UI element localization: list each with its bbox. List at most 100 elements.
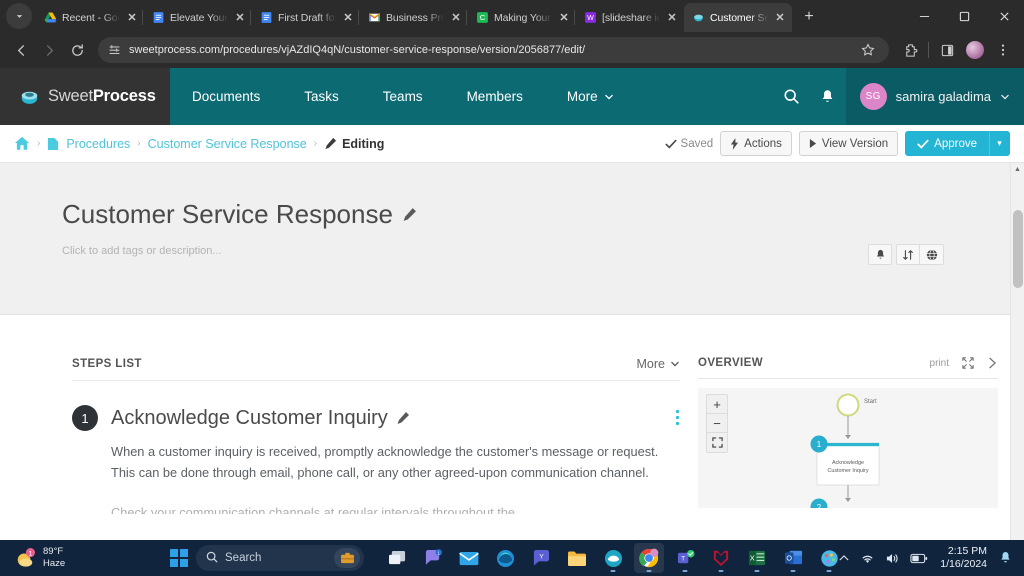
windows-start-icon[interactable] bbox=[170, 549, 188, 567]
teams-chat-icon[interactable]: 1 bbox=[418, 543, 448, 573]
battery-icon[interactable] bbox=[910, 553, 928, 564]
app-logo-text: SweetProcess bbox=[48, 87, 156, 106]
weather-widget[interactable]: 1 89°F Haze bbox=[8, 546, 65, 570]
tab-close-icon[interactable]: ✕ bbox=[341, 11, 355, 25]
sweetprocess-icon[interactable] bbox=[598, 543, 628, 573]
google-docs-icon bbox=[261, 12, 272, 23]
tab-close-icon[interactable]: ✕ bbox=[773, 11, 787, 25]
pencil-icon[interactable] bbox=[402, 207, 417, 222]
user-name-label: samira galadima bbox=[895, 89, 991, 104]
clock-time: 2:15 PM bbox=[947, 544, 987, 557]
browser-tab[interactable]: First Draft for ✕ bbox=[250, 3, 360, 32]
taskbar-search[interactable]: Search bbox=[196, 545, 364, 571]
reload-button[interactable] bbox=[64, 37, 90, 63]
steps-more-menu[interactable]: More bbox=[637, 357, 680, 371]
browser-tab[interactable]: C Making Your B ✕ bbox=[466, 3, 576, 32]
svg-text:1: 1 bbox=[437, 551, 440, 557]
new-tab-button[interactable]: + bbox=[796, 4, 822, 30]
step-title-text: Acknowledge Customer Inquiry bbox=[111, 406, 388, 429]
breadcrumb-link-procedures[interactable]: Procedures bbox=[66, 137, 130, 151]
chrome-icon[interactable] bbox=[634, 543, 664, 573]
back-button[interactable] bbox=[8, 37, 34, 63]
forward-button[interactable] bbox=[36, 37, 62, 63]
bell-icon[interactable] bbox=[868, 244, 892, 265]
nav-item-teams[interactable]: Teams bbox=[361, 68, 445, 125]
app-running-indicator bbox=[790, 570, 796, 572]
scroll-up-arrow-icon[interactable]: ▲ bbox=[1011, 163, 1024, 176]
actions-button[interactable]: Actions bbox=[720, 131, 792, 156]
flowchart-node-1-label-line2: Customer Inquiry bbox=[827, 468, 868, 474]
breadcrumb-link-document[interactable]: Customer Service Response bbox=[148, 137, 307, 151]
outlook-icon[interactable]: O bbox=[778, 543, 808, 573]
app-running-indicator bbox=[754, 570, 760, 572]
chevron-right-icon[interactable] bbox=[987, 357, 998, 369]
browser-tab[interactable]: Elevate Your H ✕ bbox=[142, 3, 252, 32]
search-input[interactable]: Search bbox=[225, 552, 327, 564]
browser-tab[interactable]: W [slideshare id ✕ bbox=[574, 3, 684, 32]
nav-item-tasks[interactable]: Tasks bbox=[282, 68, 361, 125]
notifications-bell-icon[interactable] bbox=[810, 68, 846, 125]
pencil-icon[interactable] bbox=[396, 411, 410, 425]
split-screen-icon[interactable] bbox=[934, 37, 960, 63]
window-close-button[interactable] bbox=[984, 0, 1024, 32]
maximize-icon bbox=[959, 11, 969, 21]
weather-text: 89°F Haze bbox=[43, 546, 65, 570]
yammer-icon[interactable]: Y bbox=[526, 543, 556, 573]
teams-icon[interactable]: T bbox=[670, 543, 700, 573]
sort-icon[interactable] bbox=[896, 244, 920, 265]
tab-search-button[interactable] bbox=[6, 3, 32, 29]
window-minimize-button[interactable] bbox=[904, 0, 944, 32]
clock-date: 1/16/2024 bbox=[940, 558, 987, 570]
bookmark-star-icon[interactable] bbox=[855, 37, 881, 63]
browser-tab[interactable]: Business Proc ✕ bbox=[358, 3, 468, 32]
step-title: Acknowledge Customer Inquiry bbox=[111, 407, 410, 430]
browser-tab[interactable]: Recent - Goo ✕ bbox=[36, 3, 144, 32]
page-title: Customer Service Response bbox=[0, 199, 1024, 230]
excel-icon[interactable]: X bbox=[742, 543, 772, 573]
page-scrollbar[interactable]: ▲ ▼ bbox=[1010, 163, 1024, 576]
minimize-icon bbox=[919, 15, 929, 17]
notification-bell-icon[interactable] bbox=[999, 551, 1012, 565]
volume-icon[interactable] bbox=[885, 552, 900, 565]
view-version-button[interactable]: View Version bbox=[798, 131, 899, 156]
wifi-icon[interactable] bbox=[860, 552, 875, 565]
edge-icon[interactable] bbox=[490, 543, 520, 573]
home-icon[interactable] bbox=[14, 136, 30, 151]
extensions-icon[interactable] bbox=[897, 37, 923, 63]
mail-icon[interactable] bbox=[454, 543, 484, 573]
file-explorer-icon[interactable] bbox=[562, 543, 592, 573]
nav-item-members[interactable]: Members bbox=[445, 68, 545, 125]
address-bar-url: sweetprocess.com/procedures/vjAZdIQ4qN/c… bbox=[129, 44, 586, 56]
profile-avatar[interactable] bbox=[962, 37, 988, 63]
nav-item-documents[interactable]: Documents bbox=[170, 68, 282, 125]
approve-dropdown-caret[interactable]: ▾ bbox=[989, 131, 1010, 156]
mcafee-icon[interactable] bbox=[706, 543, 736, 573]
overview-print-button[interactable]: print bbox=[930, 358, 949, 369]
taskbar-clock[interactable]: 2:15 PM 1/16/2024 bbox=[938, 545, 989, 572]
tab-close-icon[interactable]: ✕ bbox=[125, 11, 139, 25]
search-highlight-icon[interactable] bbox=[334, 548, 360, 568]
globe-icon[interactable] bbox=[920, 244, 944, 265]
camtasia-icon: C bbox=[477, 12, 488, 23]
nav-item-more[interactable]: More bbox=[545, 68, 636, 125]
approve-button[interactable]: Approve bbox=[905, 131, 989, 156]
tab-close-icon[interactable]: ✕ bbox=[233, 11, 247, 25]
task-view-icon[interactable] bbox=[382, 543, 412, 573]
window-maximize-button[interactable] bbox=[944, 0, 984, 32]
overview-flowchart-canvas[interactable]: + − Start 1 Acknowledge Customer Inquiry… bbox=[698, 388, 998, 508]
app-logo[interactable]: SweetProcess bbox=[0, 68, 170, 125]
tab-close-icon[interactable]: ✕ bbox=[665, 11, 679, 25]
paint-icon[interactable] bbox=[814, 543, 844, 573]
browser-menu-icon[interactable] bbox=[990, 37, 1016, 63]
browser-tab-active[interactable]: Customer Ser ✕ bbox=[684, 3, 792, 32]
tab-close-icon[interactable]: ✕ bbox=[449, 11, 463, 25]
tab-close-icon[interactable]: ✕ bbox=[557, 11, 571, 25]
user-menu[interactable]: SG samira galadima bbox=[845, 68, 1024, 125]
step-kebab-menu-icon[interactable] bbox=[675, 409, 680, 428]
address-bar[interactable]: sweetprocess.com/procedures/vjAZdIQ4qN/c… bbox=[98, 37, 889, 63]
search-icon[interactable] bbox=[774, 68, 810, 125]
scrollbar-thumb[interactable] bbox=[1013, 210, 1023, 288]
site-settings-icon[interactable] bbox=[108, 44, 121, 57]
google-docs-icon bbox=[153, 12, 164, 23]
expand-icon[interactable] bbox=[962, 357, 974, 369]
